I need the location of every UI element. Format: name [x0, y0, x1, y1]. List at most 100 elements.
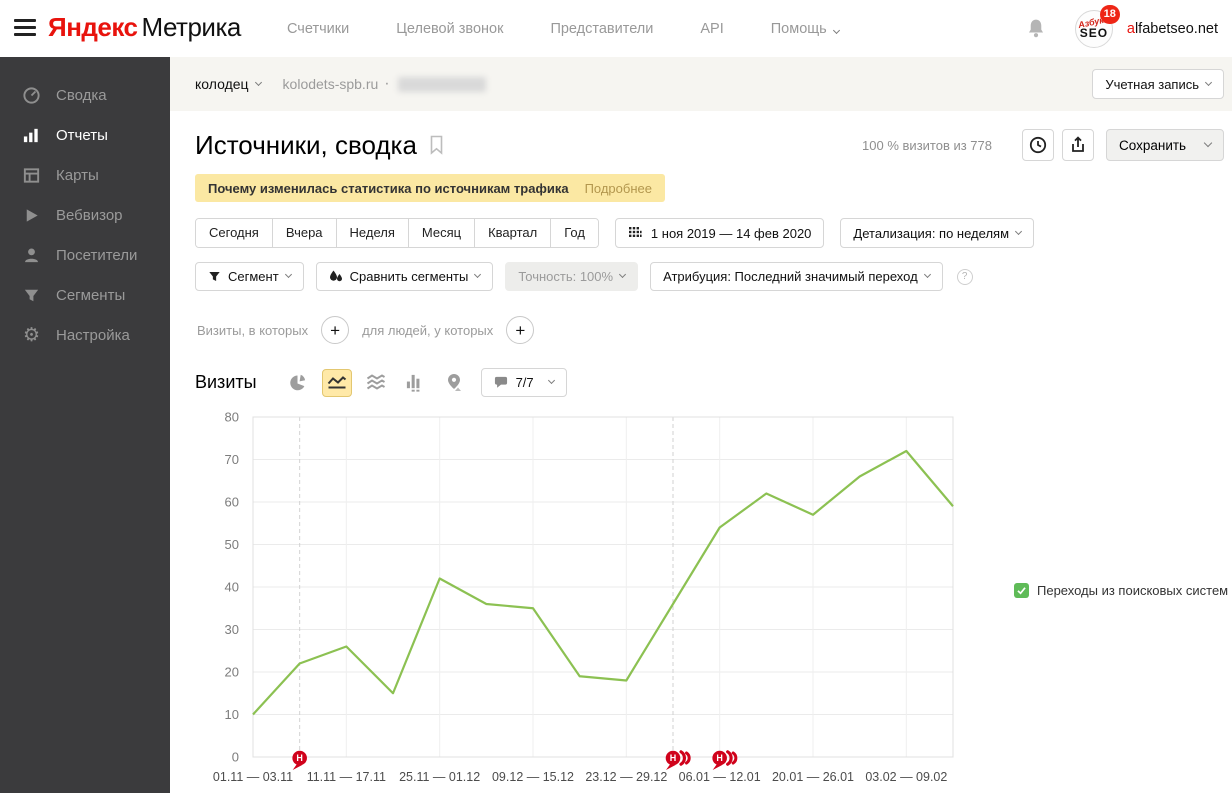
add-visit-filter-button[interactable]: + — [321, 316, 349, 344]
calendar-grid-icon — [628, 226, 642, 240]
segment-row: Сегмент Сравнить сегменты Точность: 100%… — [195, 262, 1232, 291]
sidebar-item-reports[interactable]: Отчеты — [0, 115, 170, 155]
sidebar-item-segments[interactable]: Сегменты — [0, 275, 170, 315]
drops-icon — [329, 270, 343, 283]
sidebar-item-settings[interactable]: ⚙ Настройка — [0, 315, 170, 355]
top-nav: Счетчики Целевой звонок Представители AP… — [287, 0, 839, 57]
chevron-down-icon — [619, 271, 626, 278]
chart-type-switcher — [283, 369, 469, 397]
preset-year[interactable]: Год — [550, 219, 598, 247]
y-axis-tick: 50 — [225, 537, 239, 552]
x-axis-tick: 25.11 — 01.12 — [399, 770, 480, 784]
chevron-down-icon — [285, 271, 292, 278]
period-row: Сегодня Вчера Неделя Месяц Квартал Год 1… — [195, 218, 1232, 248]
holiday-marker-label: Н — [716, 753, 723, 763]
line-chart-icon[interactable] — [322, 369, 352, 397]
x-axis-tick: 09.12 — 15.12 — [492, 770, 574, 784]
export-button[interactable] — [1062, 129, 1094, 161]
add-people-filter-button[interactable]: + — [506, 316, 534, 344]
preset-month[interactable]: Месяц — [408, 219, 474, 247]
detail-dropdown[interactable]: Детализация: по неделям — [840, 218, 1034, 248]
bookmark-icon[interactable] — [429, 135, 444, 155]
notice-text: Почему изменилась статистика по источник… — [208, 181, 569, 196]
history-button[interactable] — [1022, 129, 1054, 161]
nav-target-call[interactable]: Целевой звонок — [396, 21, 503, 37]
y-axis-tick: 20 — [225, 665, 239, 680]
holiday-marker-label: Н — [296, 753, 303, 763]
layout-icon — [22, 166, 41, 185]
series-count-dropdown[interactable]: 7/7 — [481, 368, 567, 397]
date-range-value: 1 ноя 2019 — 14 фев 2020 — [651, 226, 811, 241]
y-axis-tick: 10 — [225, 707, 239, 722]
play-icon — [22, 206, 41, 225]
holiday-marker-label: Н — [670, 753, 677, 763]
accuracy-dropdown[interactable]: Точность: 100% — [505, 262, 638, 291]
chevron-down-icon — [474, 271, 481, 278]
header-right: Азбука SEO 18 alfabetseo.net — [1025, 0, 1218, 57]
y-axis-tick: 80 — [225, 410, 239, 425]
people-filter-label: для людей, у которых — [362, 323, 493, 338]
nav-help[interactable]: Помощь — [771, 21, 839, 37]
y-axis-tick: 30 — [225, 622, 239, 637]
sidebar-item-summary[interactable]: Сводка — [0, 75, 170, 115]
sidebar-nav: Сводка Отчеты Карты Вебвизор Посетители … — [0, 57, 170, 793]
gauge-icon — [22, 86, 41, 105]
sidebar-item-maps[interactable]: Карты — [0, 155, 170, 195]
export-share-icon — [1069, 136, 1087, 154]
sidebar-item-visitors[interactable]: Посетители — [0, 235, 170, 275]
chevron-down-icon — [255, 78, 262, 85]
y-axis-tick: 60 — [225, 495, 239, 510]
hamburger-menu-icon[interactable] — [14, 19, 36, 37]
x-axis-tick: 01.11 — 03.11 — [213, 770, 293, 784]
stacked-area-icon[interactable] — [361, 369, 391, 397]
x-axis-tick: 06.01 — 12.01 — [679, 770, 761, 784]
nav-api[interactable]: API — [700, 21, 723, 37]
help-question-icon[interactable]: ? — [957, 269, 973, 285]
x-axis-tick: 20.01 — 26.01 — [772, 770, 854, 784]
preset-yesterday[interactable]: Вчера — [272, 219, 336, 247]
chart-area: 0102030405060708001.11 — 03.1111.11 — 17… — [195, 409, 1232, 793]
legend-item-search-traffic[interactable]: Переходы из поисковых систем — [1014, 583, 1228, 598]
username[interactable]: alfabetseo.net — [1127, 21, 1218, 37]
pie-chart-icon[interactable] — [283, 369, 313, 397]
metric-label: Визиты — [195, 372, 257, 393]
legend-checkbox-checked[interactable] — [1014, 583, 1029, 598]
columns-chart-icon[interactable] — [400, 369, 430, 397]
breadcrumb-site: kolodets-spb.ru — [283, 76, 379, 92]
metric-row: Визиты — [195, 368, 1232, 397]
x-axis-tick: 11.11 — 17.11 — [307, 770, 386, 784]
notifications-bell-icon[interactable] — [1025, 18, 1047, 40]
preset-quarter[interactable]: Квартал — [474, 219, 550, 247]
notice-banner: Почему изменилась статистика по источник… — [195, 174, 665, 202]
logo-brand: Яндекс — [48, 12, 138, 42]
preset-today[interactable]: Сегодня — [196, 219, 272, 247]
save-button[interactable]: Сохранить — [1106, 129, 1224, 161]
top-header: ЯндексМетрика Счетчики Целевой звонок Пр… — [0, 0, 1232, 57]
segment-button[interactable]: Сегмент — [195, 262, 304, 291]
preset-week[interactable]: Неделя — [336, 219, 408, 247]
attribution-dropdown[interactable]: Атрибуция: Последний значимый переход — [650, 262, 943, 291]
chevron-down-icon — [1205, 78, 1212, 85]
nav-counters[interactable]: Счетчики — [287, 21, 349, 37]
chevron-down-icon — [1015, 227, 1022, 234]
chevron-down-icon — [548, 377, 555, 384]
user-avatar[interactable]: Азбука SEO 18 — [1075, 10, 1113, 48]
x-axis-tick: 03.02 — 09.02 — [865, 770, 947, 784]
map-pin-icon[interactable] — [439, 369, 469, 397]
sidebar-item-webvisor[interactable]: Вебвизор — [0, 195, 170, 235]
title-row: Источники, сводка 100 % визитов из 778 С… — [195, 129, 1224, 161]
breadcrumb-bar: колодец kolodets-spb.ru · Учетная запись — [170, 57, 1232, 111]
app-logo[interactable]: ЯндексМетрика — [48, 12, 241, 43]
counter-selector[interactable]: колодец — [195, 76, 261, 92]
filter-row: Визиты, в которых + для людей, у которых… — [197, 316, 1232, 344]
visits-share-info: 100 % визитов из 778 — [862, 138, 992, 153]
date-range-button[interactable]: 1 ноя 2019 — 14 фев 2020 — [615, 218, 824, 248]
nav-representatives[interactable]: Представители — [550, 21, 653, 37]
notification-count-badge[interactable]: 18 — [1100, 5, 1120, 24]
person-icon — [22, 246, 41, 265]
period-presets: Сегодня Вчера Неделя Месяц Квартал Год — [195, 218, 599, 248]
compare-segments-button[interactable]: Сравнить сегменты — [316, 262, 494, 291]
notice-more-link[interactable]: Подробнее — [585, 181, 652, 196]
chevron-down-icon — [833, 26, 840, 33]
account-dropdown-button[interactable]: Учетная запись — [1092, 69, 1224, 99]
